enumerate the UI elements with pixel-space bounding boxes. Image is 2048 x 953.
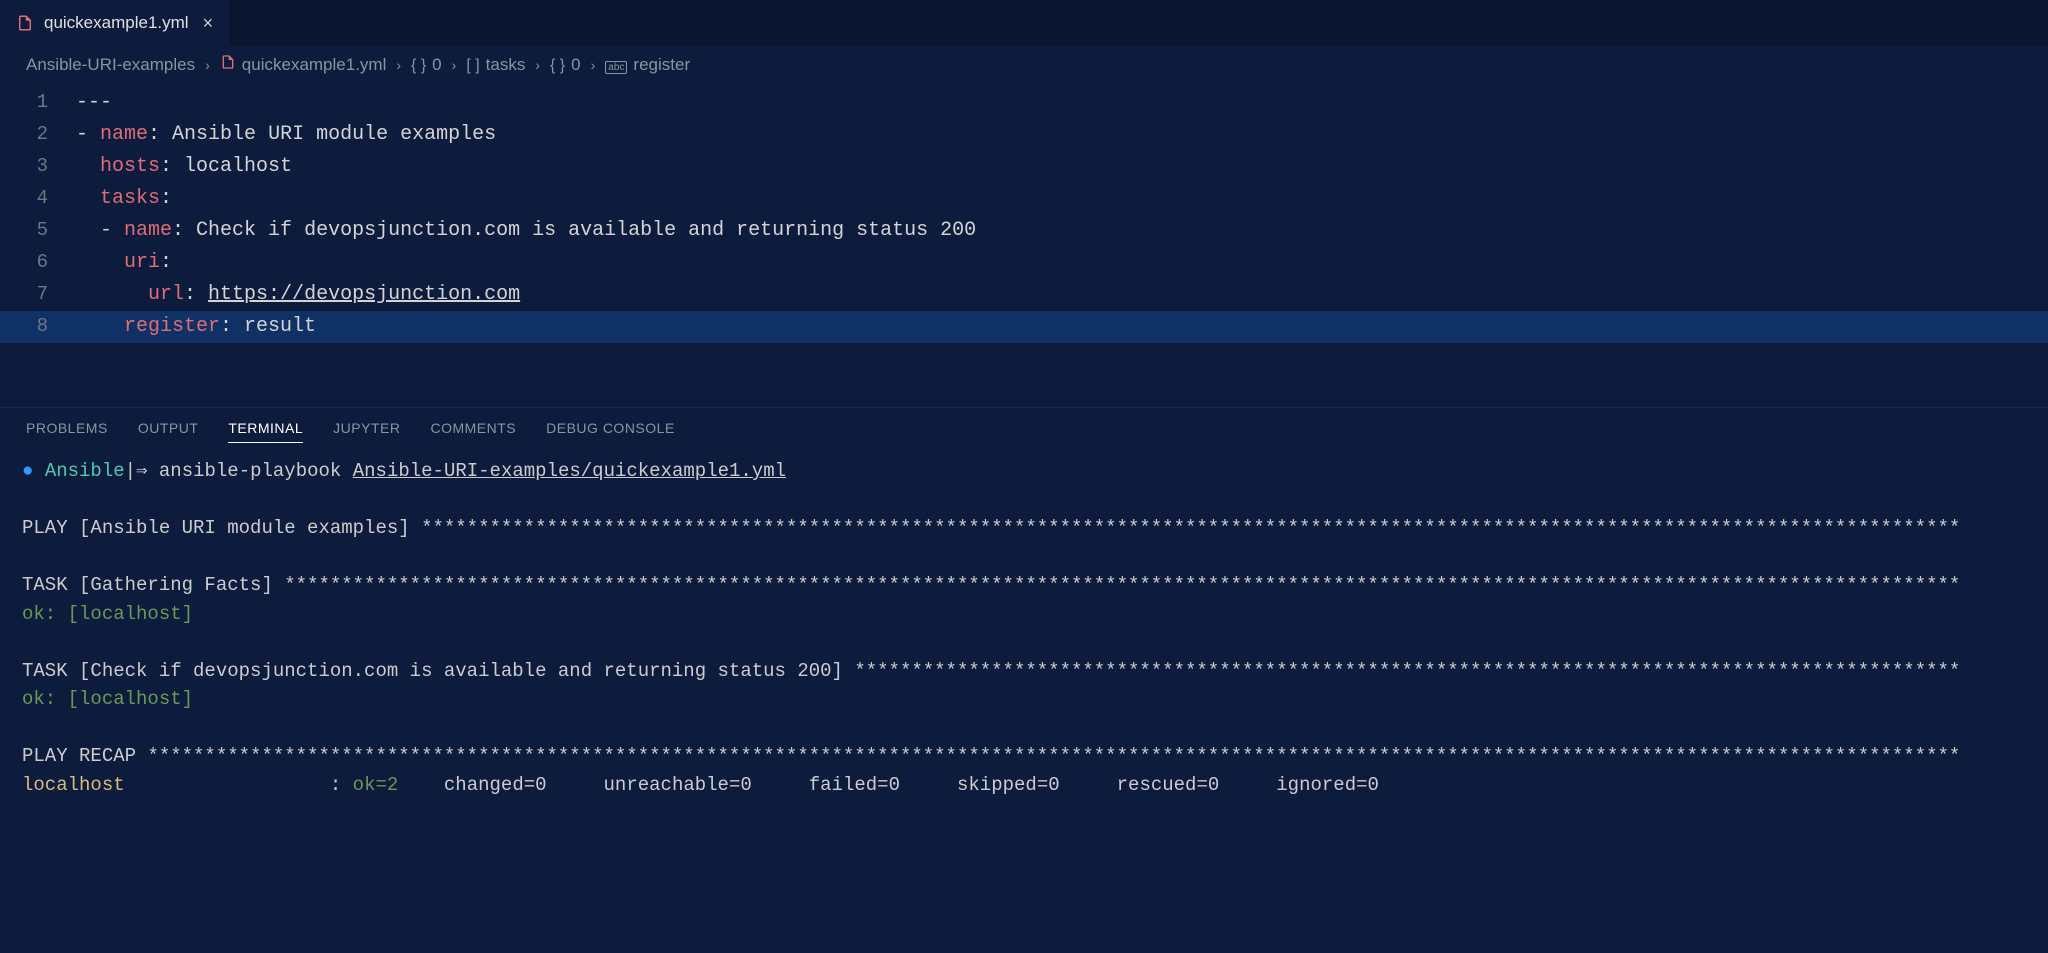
command-arg: Ansible-URI-examples/quickexample1.yml [353,460,786,482]
line-content: hosts: localhost [76,151,2048,183]
breadcrumb-label: 0 [571,55,580,75]
recap-ok: ok=2 [353,774,433,796]
panel-tab-comments[interactable]: COMMENTS [430,420,516,443]
chevron-right-icon: › [452,57,457,73]
breadcrumb-item[interactable]: abc register [605,55,690,75]
braces-icon: { } [411,55,426,75]
line-number: 8 [0,311,76,341]
line-content: --- [76,87,2048,119]
recap-host: localhost [22,774,330,796]
tab-filename: quickexample1.yml [44,13,189,33]
panel-tab-output[interactable]: OUTPUT [138,420,199,443]
breadcrumb-label: 0 [432,55,441,75]
file-icon [220,54,236,75]
task-status: ok: [localhost] [22,688,193,710]
line-number: 4 [0,183,76,213]
breadcrumb[interactable]: Ansible-URI-examples › quickexample1.yml › {… [0,46,2048,83]
play-header: PLAY [Ansible URI module examples] *****… [22,514,2026,543]
code-line[interactable]: 7 url: https://devopsjunction.com [0,279,2048,311]
panel-tabs: PROBLEMS OUTPUT TERMINAL JUPYTER COMMENTS DEB… [0,408,2048,451]
code-line[interactable]: 2- name: Ansible URI module examples [0,119,2048,151]
command: ansible-playbook [159,460,353,482]
breadcrumb-label: quickexample1.yml [242,55,387,75]
terminal-output[interactable]: ● Ansible|⇒ ansible-playbook Ansible-URI… [0,451,2048,805]
file-tab[interactable]: quickexample1.yml × [0,0,229,46]
code-line[interactable]: 1--- [0,87,2048,119]
chevron-right-icon: › [205,57,210,73]
prompt-sep: |⇒ [125,460,159,482]
code-line[interactable]: 4 tasks: [0,183,2048,215]
code-line[interactable]: 6 uri: [0,247,2048,279]
tab-bar: quickexample1.yml × [0,0,2048,46]
panel-tab-terminal[interactable]: TERMINAL [228,420,303,443]
line-content: url: https://devopsjunction.com [76,279,2048,311]
breadcrumb-item[interactable]: { } 0 [550,55,581,75]
recap-unreachable: unreachable=0 [604,774,809,796]
chevron-right-icon: › [591,57,596,73]
code-line[interactable]: 8 register: result [0,311,2048,343]
recap-header: PLAY RECAP *****************************… [22,742,2026,771]
line-content: tasks: [76,183,2048,215]
code-line[interactable]: 3 hosts: localhost [0,151,2048,183]
task-header: TASK [Check if devopsjunction.com is ava… [22,657,2026,686]
breadcrumb-item[interactable]: { } 0 [411,55,442,75]
task-status: ok: [localhost] [22,603,193,625]
line-content: uri: [76,247,2048,279]
task-header: TASK [Gathering Facts] *****************… [22,571,2026,600]
breadcrumb-item[interactable]: quickexample1.yml [220,54,387,75]
line-number: 2 [0,119,76,149]
line-content: register: result [76,311,2048,343]
close-icon[interactable]: × [203,13,214,34]
recap-changed: changed=0 [433,774,604,796]
line-number: 3 [0,151,76,181]
line-number: 7 [0,279,76,309]
line-content: - name: Check if devopsjunction.com is a… [76,215,2048,247]
yaml-file-icon [16,14,34,32]
chevron-right-icon: › [535,57,540,73]
breadcrumb-label: register [633,55,690,75]
braces-icon: { } [550,55,565,75]
panel-tab-problems[interactable]: PROBLEMS [26,420,108,443]
breadcrumb-label: tasks [486,55,526,75]
line-number: 1 [0,87,76,117]
bottom-panel: PROBLEMS OUTPUT TERMINAL JUPYTER COMMENTS DEB… [0,407,2048,805]
code-line[interactable]: 5 - name: Check if devopsjunction.com is… [0,215,2048,247]
chevron-right-icon: › [396,57,401,73]
prompt-env: Ansible [45,460,125,482]
abc-icon: abc [605,55,627,75]
recap-ignored: ignored=0 [1276,774,1379,796]
brackets-icon: [ ] [466,55,479,75]
line-content: - name: Ansible URI module examples [76,119,2048,151]
code-editor[interactable]: 1---2- name: Ansible URI module examples… [0,83,2048,347]
status-dot-icon: ● [22,460,45,482]
recap-skipped: skipped=0 [957,774,1117,796]
breadcrumb-item[interactable]: Ansible-URI-examples [26,55,195,75]
panel-tab-jupyter[interactable]: JUPYTER [333,420,400,443]
line-number: 5 [0,215,76,245]
panel-tab-debug-console[interactable]: DEBUG CONSOLE [546,420,675,443]
recap-rescued: rescued=0 [1117,774,1277,796]
recap-failed: failed=0 [809,774,957,796]
breadcrumb-item[interactable]: [ ] tasks [466,55,525,75]
line-number: 6 [0,247,76,277]
breadcrumb-label: Ansible-URI-examples [26,55,195,75]
